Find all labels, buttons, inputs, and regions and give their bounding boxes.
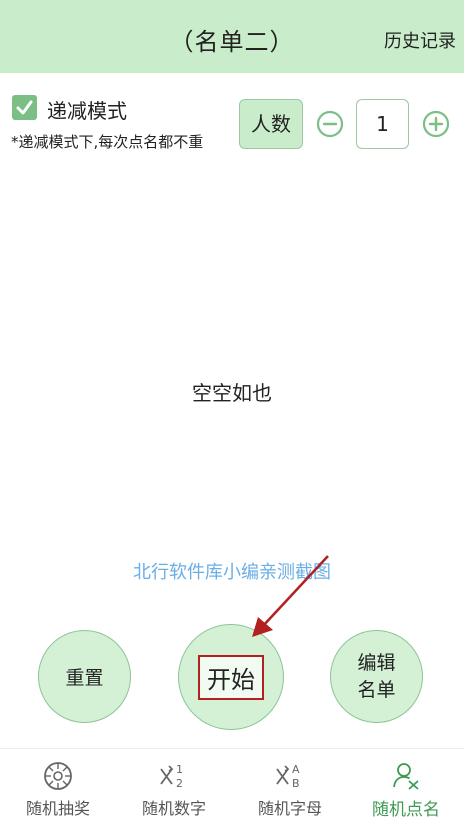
count-button[interactable]: 人数 [239, 99, 303, 149]
svg-text:1: 1 [176, 763, 183, 776]
tab-random-letter[interactable]: A B 随机字母 [232, 749, 348, 819]
roll-call-icon [393, 763, 419, 790]
tab-random-number[interactable]: 1 2 随机数字 [116, 749, 232, 819]
bottom-tab-bar: 随机抽奖 1 2 随机数字 A B 随机字母 随机点名 [0, 748, 464, 819]
tab-label: 随机数字 [141, 799, 206, 818]
tab-roll-call[interactable]: 随机点名 [348, 749, 464, 819]
tab-random-draw[interactable]: 随机抽奖 [0, 749, 116, 819]
decrement-mode-hint: *递减模式下,每次点名都不重 [11, 133, 204, 151]
svg-text:2: 2 [176, 777, 183, 790]
edit-label-line2: 名单 [357, 678, 396, 701]
start-label: 开始 [198, 654, 264, 700]
start-button[interactable]: 开始 [178, 624, 284, 730]
random-number-icon: 1 2 [160, 763, 183, 790]
decrement-mode-checkbox[interactable] [12, 95, 37, 120]
wheel-icon [44, 762, 72, 790]
tab-label: 随机抽奖 [25, 799, 90, 818]
history-button[interactable]: 历史记录 [384, 27, 456, 53]
minus-icon[interactable] [316, 110, 344, 138]
svg-text:A: A [292, 763, 300, 776]
edit-list-button[interactable]: 编辑 名单 [330, 630, 423, 723]
tab-label: 随机字母 [257, 799, 322, 818]
edit-label-line1: 编辑 [357, 651, 396, 674]
watermark-text: 北行软件库小编亲测截图 [133, 562, 331, 583]
tab-label: 随机点名 [372, 800, 440, 819]
svg-text:B: B [292, 777, 300, 790]
random-letter-icon: A B [276, 763, 300, 790]
reset-label: 重置 [65, 667, 104, 689]
plus-icon[interactable] [422, 110, 450, 138]
app-header: （名单二） 历史记录 [0, 0, 464, 73]
checkmark-icon [16, 100, 33, 115]
count-value[interactable]: 1 [356, 99, 409, 149]
empty-state-text: 空空如也 [192, 381, 272, 405]
decrement-mode-label[interactable]: 递减模式 [47, 95, 127, 124]
reset-button[interactable]: 重置 [38, 630, 131, 723]
